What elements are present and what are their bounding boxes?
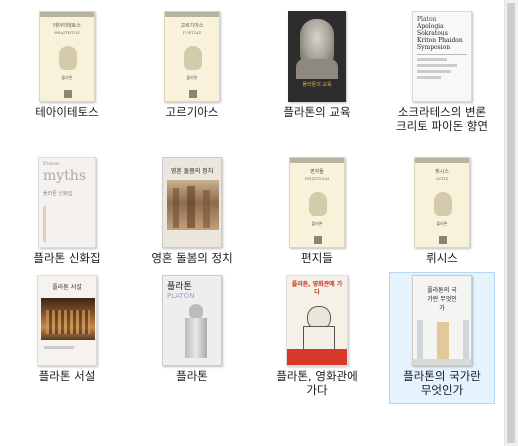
- book-cover-thumbnail: 영혼 돌봄의 정치: [162, 156, 222, 248]
- file-name-label: 플라톤, 영화관에 가다: [276, 369, 358, 397]
- file-item-apology[interactable]: Platon Apologia Sokratous Kriton Phaidon…: [389, 8, 495, 137]
- file-name-label: 플라톤의 국가란 무엇인가: [403, 369, 481, 397]
- file-name-label: 뤼시스: [426, 251, 458, 265]
- book-cover-thumbnail: 플라톤의 국가란 무엇인가: [412, 274, 472, 366]
- book-cover-thumbnail: 뤼시스 ΛΥΣΙΣ 플라톤: [414, 156, 470, 248]
- scrollbar-thumb[interactable]: [507, 3, 515, 443]
- file-name-label: 플라톤: [176, 369, 208, 383]
- file-item-theaetetus[interactable]: 테아이테토스 ΘΕΑΙΤΗΤΟΣ 플라톤 테아이테토스: [14, 8, 120, 123]
- file-item-lysis[interactable]: 뤼시스 ΛΥΣΙΣ 플라톤 뤼시스: [389, 154, 495, 269]
- book-cover-thumbnail: Platon myths 플라톤 신화집: [38, 156, 96, 248]
- book-cover-thumbnail: 플라톤 서설: [37, 274, 97, 366]
- vertical-scrollbar[interactable]: [504, 0, 518, 446]
- file-name-label: 플라톤 서설: [38, 369, 96, 383]
- book-cover-thumbnail: 플라톤 PLATON: [162, 274, 222, 366]
- file-item-plato-education[interactable]: 플라톤의 교육 플라톤의 교육: [264, 8, 370, 123]
- file-item-letters[interactable]: 편지들 ΕΠΙΣΤΟΛΑΙ 플라톤 편지들: [264, 154, 370, 269]
- file-item-soul-care-politics[interactable]: 영혼 돌봄의 정치 영혼 돌봄의 정치: [139, 154, 245, 269]
- file-name-label: 플라톤 신화집: [33, 251, 101, 265]
- file-item-plato-myths[interactable]: Platon myths 플라톤 신화집 플라톤 신화집: [14, 154, 120, 269]
- book-cover-thumbnail: 편지들 ΕΠΙΣΤΟΛΑΙ 플라톤: [289, 156, 345, 248]
- book-cover-thumbnail: 플라톤의 교육: [288, 10, 346, 102]
- file-name-label: 영혼 돌봄의 정치: [151, 251, 233, 265]
- file-item-plato[interactable]: 플라톤 PLATON 플라톤: [139, 272, 245, 387]
- file-name-label: 편지들: [301, 251, 333, 265]
- book-cover-thumbnail: 플라톤, 영화관에 가다: [286, 274, 348, 366]
- file-name-label: 고르기아스: [165, 105, 219, 119]
- file-name-label: 소크라테스의 변론 크리토 파이돈 향연: [396, 105, 488, 133]
- file-name-label: 테아이테토스: [35, 105, 99, 119]
- file-item-plato-goes-to-movies[interactable]: 플라톤, 영화관에 가다 플라톤, 영화관에 가다: [264, 272, 370, 401]
- book-cover-thumbnail: 테아이테토스 ΘΕΑΙΤΗΤΟΣ 플라톤: [39, 10, 95, 102]
- file-item-plato-republic[interactable]: 플라톤의 국가란 무엇인가 플라톤의 국가란 무엇인가: [389, 272, 495, 404]
- file-name-label: 플라톤의 교육: [283, 105, 351, 119]
- book-cover-thumbnail: Platon Apologia Sokratous Kriton Phaidon…: [412, 10, 472, 102]
- book-cover-thumbnail: 고르기아스 ΓΟΡΓΙΑΣ 플라톤: [164, 10, 220, 102]
- file-item-gorgias[interactable]: 고르기아스 ΓΟΡΓΙΑΣ 플라톤 고르기아스: [139, 8, 245, 123]
- file-item-plato-introduction[interactable]: 플라톤 서설 플라톤 서설: [14, 272, 120, 387]
- file-view-pane: 테아이테토스 ΘΕΑΙΤΗΤΟΣ 플라톤 테아이테토스 고르기아스 ΓΟΡΓΙΑ…: [0, 0, 505, 446]
